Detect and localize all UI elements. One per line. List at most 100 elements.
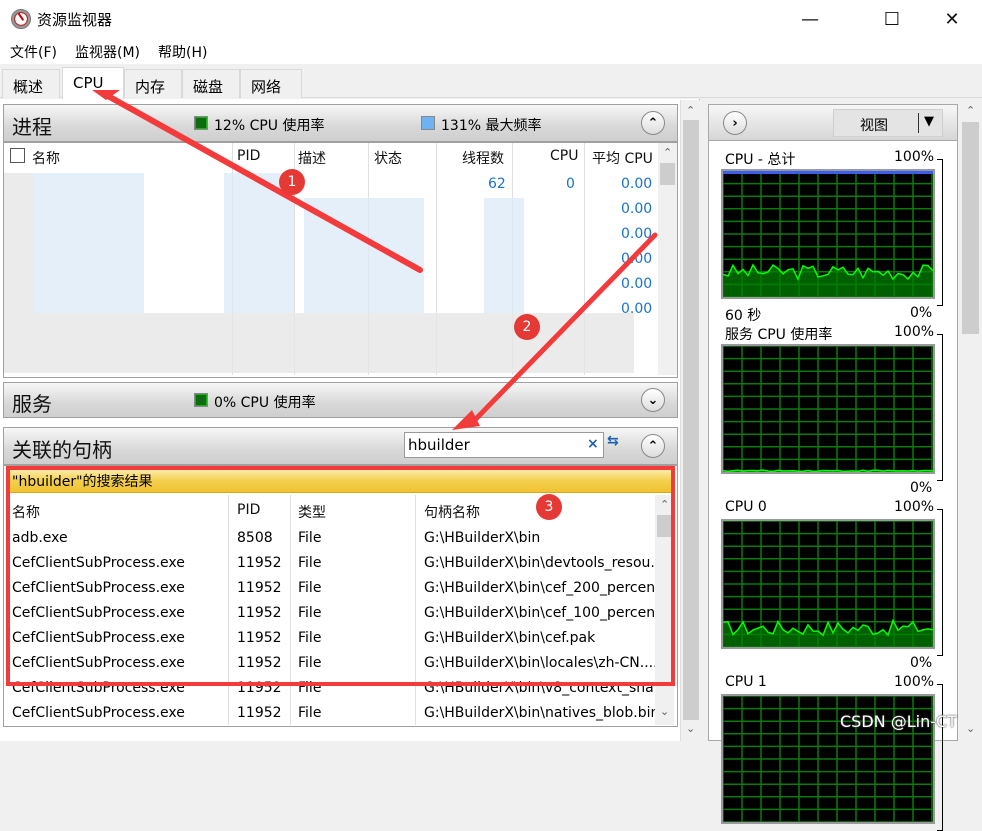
scroll-down-icon[interactable]: ⌄ [966, 722, 975, 735]
column-divider [228, 495, 229, 725]
col-status[interactable]: 状态 [374, 148, 402, 168]
process-avg-cpu: 0.00 [621, 176, 653, 192]
handle-row-name[interactable]: CefClientSubProcess.exe [12, 555, 185, 571]
processes-header[interactable]: 进程 12% CPU 使用率 131% 最大频率 ⌃ [3, 104, 678, 142]
graph-min-label: 0% [910, 305, 933, 321]
tab-network[interactable]: 网络 [240, 69, 302, 98]
services-header[interactable]: 服务 0% CPU 使用率 ⌄ [3, 382, 678, 418]
handle-row-type[interactable]: File [298, 605, 321, 621]
scroll-thumb[interactable] [660, 163, 675, 185]
handles-col-type[interactable]: 类型 [298, 502, 326, 522]
col-name[interactable]: 名称 [32, 148, 60, 168]
handle-row-type[interactable]: File [298, 630, 321, 646]
handles-col-name[interactable]: 名称 [12, 502, 40, 522]
graph-pane-scrollbar[interactable]: ⌃ ⌄ [960, 100, 982, 741]
tab-disk[interactable]: 磁盘 [182, 69, 240, 98]
collapse-handles-button[interactable]: ⌃ [641, 434, 665, 458]
handle-row-name[interactable]: CefClientSubProcess.exe [12, 630, 185, 646]
handle-row-name[interactable]: CefClientSubProcess.exe [12, 680, 185, 696]
handle-row-pid[interactable]: 11952 [237, 655, 282, 671]
resource-monitor-icon [11, 9, 31, 29]
handle-search-input[interactable] [408, 435, 578, 455]
handles-scrollbar[interactable]: ⌃ ⌄ [655, 495, 674, 725]
handle-row-handle[interactable]: G:\HBuilderX\bin [424, 530, 540, 546]
tab-memory[interactable]: 内存 [124, 69, 182, 98]
handle-row-pid[interactable]: 8508 [237, 530, 273, 546]
refresh-search-icon[interactable]: ⇆ [607, 433, 629, 457]
maximize-button[interactable]: ☐ [867, 0, 917, 38]
handles-col-handle-name[interactable]: 句柄名称 [424, 502, 480, 522]
collapse-processes-button[interactable]: ⌃ [641, 111, 665, 135]
dropdown-arrow-icon[interactable]: ▼ [924, 114, 934, 129]
select-all-checkbox[interactable] [10, 148, 25, 163]
graph-pane: › 视图 ▼ CPU - 总计 100% 0% 60 秒服务 CPU 使用率 100% 0… [708, 104, 958, 831]
handle-row-handle[interactable]: G:\HBuilderX\bin\devtools_resou... [424, 555, 664, 571]
handle-row-pid[interactable]: 11952 [237, 680, 282, 696]
handle-row-name[interactable]: CefClientSubProcess.exe [12, 705, 185, 721]
handle-row-handle[interactable]: G:\HBuilderX\bin\cef.pak [424, 630, 595, 646]
processes-cpu-usage: 12% CPU 使用率 [214, 118, 325, 134]
left-pane-scrollbar[interactable]: ⌃ ⌄ [680, 100, 700, 741]
col-threads[interactable]: 线程数 [462, 148, 504, 168]
tab-cpu[interactable]: CPU [62, 67, 124, 99]
processes-scrollbar[interactable]: ⌃ [658, 143, 677, 375]
handles-col-pid[interactable]: PID [237, 502, 260, 518]
handle-row-handle[interactable]: G:\HBuilderX\bin\cef_200_percen... [424, 580, 668, 596]
handle-row-type[interactable]: File [298, 580, 321, 596]
handle-row-type[interactable]: File [298, 530, 321, 546]
col-description[interactable]: 描述 [298, 148, 326, 168]
scroll-down-icon[interactable]: ⌄ [660, 705, 669, 718]
scroll-up-icon[interactable]: ⌃ [966, 104, 975, 117]
handle-row-pid[interactable]: 11952 [237, 580, 282, 596]
scroll-thumb[interactable] [683, 120, 699, 720]
handle-row-pid[interactable]: 11952 [237, 555, 282, 571]
handle-row-handle[interactable]: G:\HBuilderX\bin\natives_blob.bin [424, 705, 659, 721]
handle-row-pid[interactable]: 11952 [237, 605, 282, 621]
column-divider [290, 495, 291, 725]
handle-row-name[interactable]: CefClientSubProcess.exe [12, 655, 185, 671]
handle-row-type[interactable]: File [298, 555, 321, 571]
handle-search-box: × [404, 432, 604, 458]
scroll-thumb[interactable] [657, 515, 672, 537]
collapse-graph-pane-button[interactable]: › [723, 111, 747, 135]
title-bar: 资源监视器 — ☐ ✕ [0, 0, 982, 38]
usage-area [723, 264, 933, 297]
handle-row-name[interactable]: CefClientSubProcess.exe [12, 605, 185, 621]
scroll-thumb[interactable] [962, 122, 979, 334]
close-button[interactable]: ✕ [927, 0, 977, 38]
scroll-down-icon[interactable]: ⌄ [686, 722, 695, 735]
clear-search-icon[interactable]: × [587, 436, 599, 452]
graph-scale-bracket [937, 684, 943, 831]
handle-row-pid[interactable]: 11952 [237, 705, 282, 721]
handle-row-type[interactable]: File [298, 680, 321, 696]
col-cpu[interactable]: CPU [550, 148, 578, 164]
annotation-badge-1: 1 [279, 169, 305, 195]
scroll-up-icon[interactable]: ⌃ [663, 146, 672, 159]
graph-scale-bracket [937, 334, 943, 481]
scroll-up-icon[interactable]: ⌃ [686, 104, 695, 117]
col-pid[interactable]: PID [237, 148, 260, 164]
redacted-area [484, 198, 524, 313]
view-divider [918, 113, 919, 133]
handle-row-name[interactable]: CefClientSubProcess.exe [12, 580, 185, 596]
cpu-graph [721, 344, 935, 474]
graph-min-label: 0% [910, 480, 933, 496]
handle-row-type[interactable]: File [298, 705, 321, 721]
menu-monitor[interactable]: 监视器(M) [65, 38, 148, 64]
handle-row-handle[interactable]: G:\HBuilderX\bin\v8_context_sna... [424, 680, 667, 696]
chevron-up-icon: ⌃ [647, 115, 659, 131]
menu-file[interactable]: 文件(F) [0, 38, 65, 64]
handle-row-type[interactable]: File [298, 655, 321, 671]
handle-row-handle[interactable]: G:\HBuilderX\bin\locales\zh-CN.... [424, 655, 658, 671]
minimize-button[interactable]: — [785, 0, 835, 38]
scroll-up-icon[interactable]: ⌃ [660, 498, 669, 511]
handle-row-pid[interactable]: 11952 [237, 630, 282, 646]
col-avg-cpu[interactable]: 平均 CPU [592, 148, 653, 168]
menu-help[interactable]: 帮助(H) [148, 38, 215, 64]
handle-row-handle[interactable]: G:\HBuilderX\bin\cef_100_percen... [424, 605, 668, 621]
expand-services-button[interactable]: ⌄ [641, 388, 665, 412]
view-button[interactable]: 视图 ▼ [833, 109, 943, 137]
tab-overview[interactable]: 概述 [2, 69, 60, 98]
chevron-up-icon: ⌃ [647, 438, 659, 454]
handle-row-name[interactable]: adb.exe [12, 530, 68, 546]
